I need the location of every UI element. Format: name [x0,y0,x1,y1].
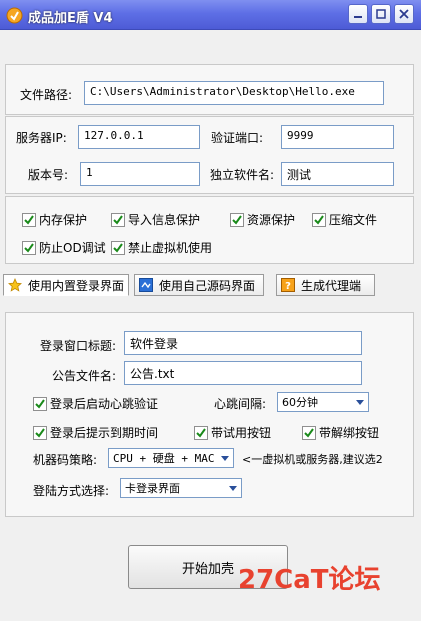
code-icon [139,278,153,292]
tab-label: 使用自己源码界面 [159,278,256,293]
option-import-protect[interactable]: 导入信息保护 [111,211,200,228]
option-label: 资源保护 [247,213,296,227]
notice-file-label: 公告文件名: [52,369,117,383]
checkbox[interactable] [230,212,244,227]
checkbox[interactable] [22,240,36,255]
expire-check[interactable]: 登录后提示到期时间 [33,424,158,441]
option-compress-file[interactable]: 压缩文件 [312,211,377,228]
minimize-icon [354,16,362,18]
checkbox[interactable] [312,212,326,227]
heartbeat-interval-label: 心跳间隔: [214,397,267,411]
checkbox[interactable] [194,425,208,440]
check-icon [314,214,324,225]
option-anti-od[interactable]: 防止OD调试 [22,239,106,256]
maximize-button[interactable] [371,4,391,24]
window-title: 成品加E盾 V4 [28,11,113,26]
checkbox[interactable] [33,425,47,440]
close-icon [399,9,409,19]
check-icon [35,427,45,438]
tab-builtin-login[interactable]: 使用内置登录界面 [3,274,129,296]
checkbox[interactable] [111,240,125,255]
server-ip-input[interactable]: 127.0.0.1 [78,125,200,149]
check-icon [196,427,206,438]
check-icon [24,242,34,253]
tab-generate-proxy[interactable]: ? 生成代理端 [276,274,375,296]
chevron-down-icon [356,399,364,405]
version-input[interactable]: 1 [80,162,200,186]
checkbox[interactable] [111,212,125,227]
unbind-button-check[interactable]: 带解绑按钮 [302,424,379,441]
watermark-logo: 27CaT论坛 [238,565,381,595]
file-path-label: 文件路径: [20,88,73,102]
software-name-label: 独立软件名: [210,168,275,182]
option-label: 禁止虚拟机使用 [128,241,213,255]
help-icon: ? [281,278,295,292]
option-no-vm[interactable]: 禁止虚拟机使用 [111,239,212,256]
option-label: 内存保护 [39,213,88,227]
tab-label: 使用内置登录界面 [28,278,125,293]
notice-file-input[interactable]: 公告.txt [124,361,362,385]
tab-own-source[interactable]: 使用自己源码界面 [134,274,264,296]
trial-button-check-label: 带试用按钮 [211,426,272,440]
version-label: 版本号: [28,168,69,182]
trial-button-check[interactable]: 带试用按钮 [194,424,271,441]
chevron-down-icon [229,485,237,491]
star-icon [8,278,22,292]
check-icon [304,427,314,438]
check-icon [113,242,123,253]
minimize-button[interactable] [348,4,368,24]
software-name-input[interactable]: 测试 [281,162,394,186]
tab-label: 生成代理端 [301,278,362,293]
verify-port-input[interactable]: 9999 [281,125,394,149]
close-button[interactable] [394,4,414,24]
server-ip-label: 服务器IP: [16,131,67,145]
option-label: 防止OD调试 [39,241,106,255]
select-value: 60分钟 [282,396,318,409]
login-title-label: 登录窗口标题: [40,339,117,353]
machine-code-hint: <一虚拟机或服务器,建议选2 [242,453,383,466]
unbind-button-check-label: 带解绑按钮 [319,426,380,440]
login-method-select[interactable]: 卡登录界面 [120,478,242,498]
svg-text:?: ? [285,281,291,292]
select-value: 卡登录界面 [125,482,180,495]
login-method-label: 登陆方式选择: [33,484,110,498]
check-icon [35,398,45,409]
verify-port-label: 验证端口: [211,131,264,145]
option-label: 压缩文件 [329,213,378,227]
app-shield-icon [6,7,23,24]
option-resource-protect[interactable]: 资源保护 [230,211,295,228]
machine-code-select[interactable]: CPU + 硬盘 + MAC [108,448,234,468]
checkbox[interactable] [33,396,47,411]
check-icon [24,214,34,225]
check-icon [113,214,123,225]
checkbox[interactable] [302,425,316,440]
option-memory-protect[interactable]: 内存保护 [22,211,87,228]
login-title-input[interactable]: 软件登录 [124,331,362,355]
option-label: 导入信息保护 [128,213,201,227]
checkbox[interactable] [22,212,36,227]
chevron-down-icon [221,455,229,461]
file-path-input[interactable]: C:\Users\Administrator\Desktop\Hello.exe [84,81,384,105]
check-icon [232,214,242,225]
select-value: CPU + 硬盘 + MAC [113,452,215,465]
heartbeat-check[interactable]: 登录后启动心跳验证 [33,395,158,412]
heartbeat-check-label: 登录后启动心跳验证 [50,397,159,411]
machine-code-label: 机器码策略: [33,453,98,467]
maximize-icon [376,9,386,19]
expire-check-label: 登录后提示到期时间 [50,426,159,440]
heartbeat-interval-select[interactable]: 60分钟 [277,392,369,412]
